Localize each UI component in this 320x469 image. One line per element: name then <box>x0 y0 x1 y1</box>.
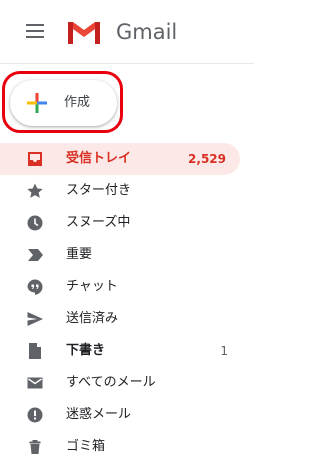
sidebar-item-starred[interactable]: スター付き <box>0 175 254 207</box>
sidebar-item-label: すべてのメール <box>66 375 156 390</box>
spam-icon <box>26 406 44 424</box>
sidebar-item-label: 受信トレイ <box>66 151 132 166</box>
app-header: Gmail <box>0 0 254 64</box>
sidebar-item-label: 送信済み <box>66 311 119 326</box>
draft-count: 1 <box>220 344 228 358</box>
sidebar-item-label: 下書き <box>66 343 106 358</box>
sidebar-item-spam[interactable]: 迷惑メール <box>0 399 254 431</box>
sidebar-item-label: チャット <box>66 279 118 294</box>
sidebar-item-label: スヌーズ中 <box>66 215 131 230</box>
sidebar-item-label: 迷惑メール <box>66 407 132 422</box>
sidebar-item-label: 重要 <box>66 247 93 262</box>
send-icon <box>26 310 44 328</box>
sidebar-item-sent[interactable]: 送信済み <box>0 303 254 335</box>
sidebar-item-important[interactable]: 重要 <box>0 239 254 271</box>
sidebar-item-chat[interactable]: チャット <box>0 271 254 303</box>
sidebar-item-label: スター付き <box>66 183 132 198</box>
important-icon <box>26 246 44 264</box>
star-icon <box>26 182 44 200</box>
compose-button[interactable]: 作成 <box>10 80 117 126</box>
inbox-icon <box>26 150 44 168</box>
sidebar-item-drafts[interactable]: 下書き 1 <box>0 335 254 367</box>
plus-icon <box>25 91 49 115</box>
header-divider <box>0 63 254 64</box>
unread-count: 2,529 <box>188 152 226 166</box>
sidebar-nav: 受信トレイ 2,529 スター付き スヌーズ中 重要 チャット 送信済み 下書き… <box>0 143 254 463</box>
gmail-logo[interactable] <box>66 18 102 46</box>
main-menu-icon[interactable] <box>26 24 44 38</box>
clock-icon <box>26 214 44 232</box>
chat-icon <box>26 278 44 296</box>
app-title: Gmail <box>116 20 178 44</box>
mail-icon <box>26 374 44 392</box>
compose-label: 作成 <box>64 95 91 110</box>
sidebar-item-trash[interactable]: ゴミ箱 <box>0 431 254 463</box>
sidebar-item-inbox[interactable]: 受信トレイ 2,529 <box>0 143 240 175</box>
draft-icon <box>26 342 44 360</box>
trash-icon <box>26 438 44 456</box>
sidebar-item-label: ゴミ箱 <box>66 439 106 454</box>
sidebar-item-all-mail[interactable]: すべてのメール <box>0 367 254 399</box>
sidebar-item-snoozed[interactable]: スヌーズ中 <box>0 207 254 239</box>
